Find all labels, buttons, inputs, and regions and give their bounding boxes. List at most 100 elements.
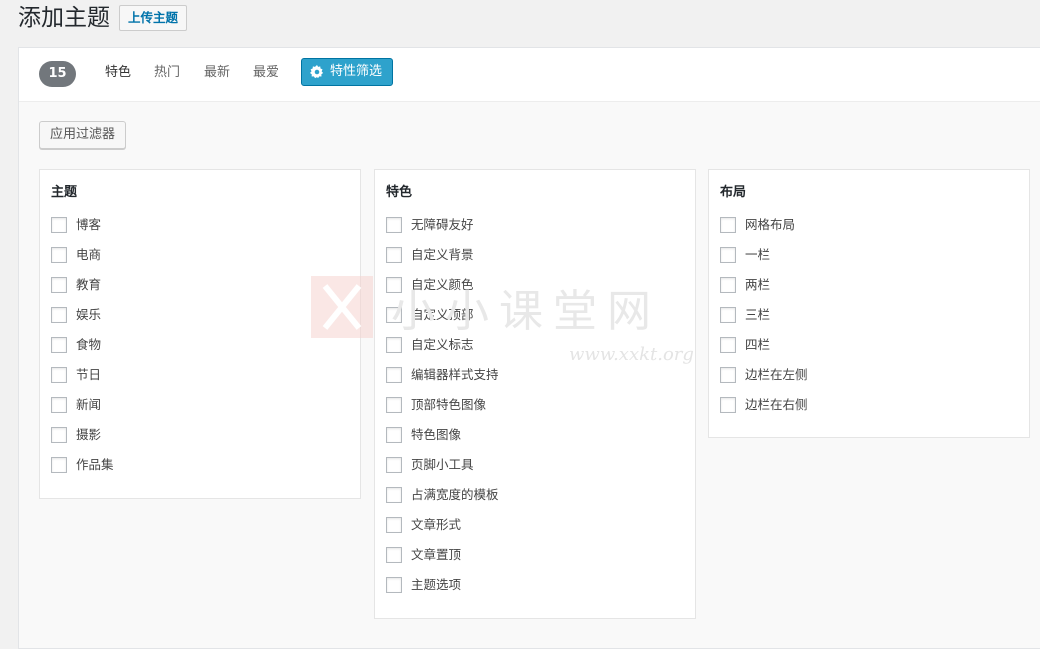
- tab-latest[interactable]: 最新: [204, 64, 230, 82]
- checkbox-list: 网格布局 一栏 两栏三栏四栏 边栏在左侧 边栏在右侧: [720, 217, 808, 427]
- filter-option[interactable]: 电商: [51, 247, 114, 277]
- tab-favorites[interactable]: 最爱: [253, 64, 279, 82]
- filter-option[interactable]: 摄影: [51, 427, 114, 457]
- checkbox[interactable]: [51, 307, 67, 323]
- filter-option[interactable]: 自定义背景: [386, 247, 499, 277]
- filter-option-label: 博客: [76, 217, 102, 232]
- filter-option-label: 编辑器样式支持: [411, 367, 499, 382]
- checkbox[interactable]: [386, 337, 402, 353]
- filter-option[interactable]: 顶部特色图像: [386, 397, 499, 427]
- filter-option-label: 自定义颜色: [411, 277, 474, 292]
- filter-option[interactable]: 边栏在右侧: [720, 397, 808, 427]
- checkbox[interactable]: [386, 457, 402, 473]
- filter-option[interactable]: 特色图像: [386, 427, 499, 457]
- checkbox[interactable]: [720, 397, 736, 413]
- checkbox-list: 无障碍友好 自定义背景自定义颜色自定义顶部自定义标志编辑器样式支持 顶部特色图像 特色…: [386, 217, 499, 607]
- filter-group-heading: 特色: [386, 185, 413, 200]
- tab-featured[interactable]: 特色: [105, 64, 131, 82]
- filter-option-label: 两栏: [745, 277, 771, 292]
- checkbox[interactable]: [720, 367, 736, 383]
- checkbox[interactable]: [386, 217, 402, 233]
- filter-option-label: 电商: [76, 247, 102, 262]
- filter-option[interactable]: 编辑器样式支持: [386, 367, 499, 397]
- filter-option[interactable]: 无障碍友好: [386, 217, 499, 247]
- checkbox[interactable]: [720, 247, 736, 263]
- filter-option[interactable]: 教育: [51, 277, 114, 307]
- filter-option-label: 自定义背景: [411, 247, 474, 262]
- filter-option[interactable]: 新闻: [51, 397, 114, 427]
- checkbox[interactable]: [386, 547, 402, 563]
- gear-icon: [310, 65, 324, 79]
- filter-option[interactable]: 四栏: [720, 337, 808, 367]
- checkbox[interactable]: [386, 367, 402, 383]
- apply-filter-button[interactable]: 应用过滤器: [39, 121, 127, 149]
- checkbox[interactable]: [51, 217, 67, 233]
- filter-option[interactable]: 博客: [51, 217, 114, 247]
- filter-option-label: 页脚小工具: [411, 457, 474, 472]
- filter-option[interactable]: 自定义标志: [386, 337, 499, 367]
- filter-option[interactable]: 一栏: [720, 247, 808, 277]
- filter-option-label: 作品集: [76, 457, 114, 472]
- checkbox[interactable]: [386, 277, 402, 293]
- filter-option[interactable]: 文章形式: [386, 517, 499, 547]
- checkbox[interactable]: [386, 517, 402, 533]
- checkbox[interactable]: [720, 337, 736, 353]
- filter-option[interactable]: 网格布局: [720, 217, 808, 247]
- checkbox[interactable]: [51, 247, 67, 263]
- filter-option[interactable]: 文章置顶: [386, 547, 499, 577]
- checkbox[interactable]: [51, 427, 67, 443]
- checkbox[interactable]: [386, 247, 402, 263]
- filter-option-label: 娱乐: [76, 307, 102, 322]
- feature-filter-button[interactable]: 特性筛选: [301, 58, 393, 86]
- filter-option[interactable]: 娱乐: [51, 307, 114, 337]
- checkbox[interactable]: [51, 457, 67, 473]
- filter-option[interactable]: 自定义顶部: [386, 307, 499, 337]
- filter-option[interactable]: 边栏在左侧: [720, 367, 808, 397]
- filter-group-heading: 布局: [720, 185, 747, 200]
- filter-option[interactable]: 主题选项: [386, 577, 499, 607]
- theme-filter-panel: 15 特色 热门 最新 最爱 特性筛选 应用过滤器 主题 博客电商教育娱乐食物节…: [18, 47, 1040, 649]
- upload-theme-button[interactable]: 上传主题: [119, 5, 188, 31]
- filter-option-label: 摄影: [76, 427, 102, 442]
- filter-group-heading: 主题: [51, 185, 78, 200]
- filter-option[interactable]: 节日: [51, 367, 114, 397]
- filter-option[interactable]: 页脚小工具: [386, 457, 499, 487]
- filter-option-label: 节日: [76, 367, 102, 382]
- checkbox[interactable]: [720, 307, 736, 323]
- filter-option[interactable]: 食物: [51, 337, 114, 367]
- checkbox[interactable]: [51, 397, 67, 413]
- tab-popular[interactable]: 热门: [154, 64, 180, 82]
- filter-option-label: 特色图像: [411, 427, 462, 442]
- checkbox[interactable]: [51, 367, 67, 383]
- filter-option-label: 文章形式: [411, 517, 462, 532]
- checkbox[interactable]: [51, 277, 67, 293]
- filter-option[interactable]: 三栏: [720, 307, 808, 337]
- checkbox-list: 博客电商教育娱乐食物节日新闻 摄影作品集: [51, 217, 114, 487]
- checkbox[interactable]: [386, 487, 402, 503]
- feature-filter-label: 特性筛选: [330, 64, 383, 79]
- checkbox[interactable]: [51, 337, 67, 353]
- filter-bar: 15 特色 热门 最新 最爱 特性筛选: [19, 48, 1040, 102]
- filter-group-subject: 主题 博客电商教育娱乐食物节日新闻 摄影作品集: [39, 169, 361, 499]
- checkbox[interactable]: [386, 577, 402, 593]
- filter-option[interactable]: 作品集: [51, 457, 114, 487]
- checkbox[interactable]: [386, 307, 402, 323]
- filter-option-label: 顶部特色图像: [411, 397, 487, 412]
- theme-count-badge: 15: [39, 61, 76, 87]
- filter-option-label: 自定义顶部: [411, 307, 474, 322]
- filter-option[interactable]: 占满宽度的模板: [386, 487, 499, 517]
- filter-option-label: 食物: [76, 337, 102, 352]
- checkbox[interactable]: [386, 427, 402, 443]
- filter-option-label: 教育: [76, 277, 102, 292]
- filter-group-features: 特色 无障碍友好 自定义背景自定义颜色自定义顶部自定义标志编辑器样式支持 顶部特色图…: [374, 169, 696, 619]
- checkbox[interactable]: [720, 277, 736, 293]
- checkbox[interactable]: [720, 217, 736, 233]
- filter-option-label: 占满宽度的模板: [411, 487, 499, 502]
- checkbox[interactable]: [386, 397, 402, 413]
- filter-option[interactable]: 两栏: [720, 277, 808, 307]
- filter-option-label: 边栏在右侧: [745, 397, 808, 412]
- filter-option-label: 自定义标志: [411, 337, 474, 352]
- filter-option[interactable]: 自定义颜色: [386, 277, 499, 307]
- filter-option-label: 文章置顶: [411, 547, 462, 562]
- filter-option-label: 三栏: [745, 307, 771, 322]
